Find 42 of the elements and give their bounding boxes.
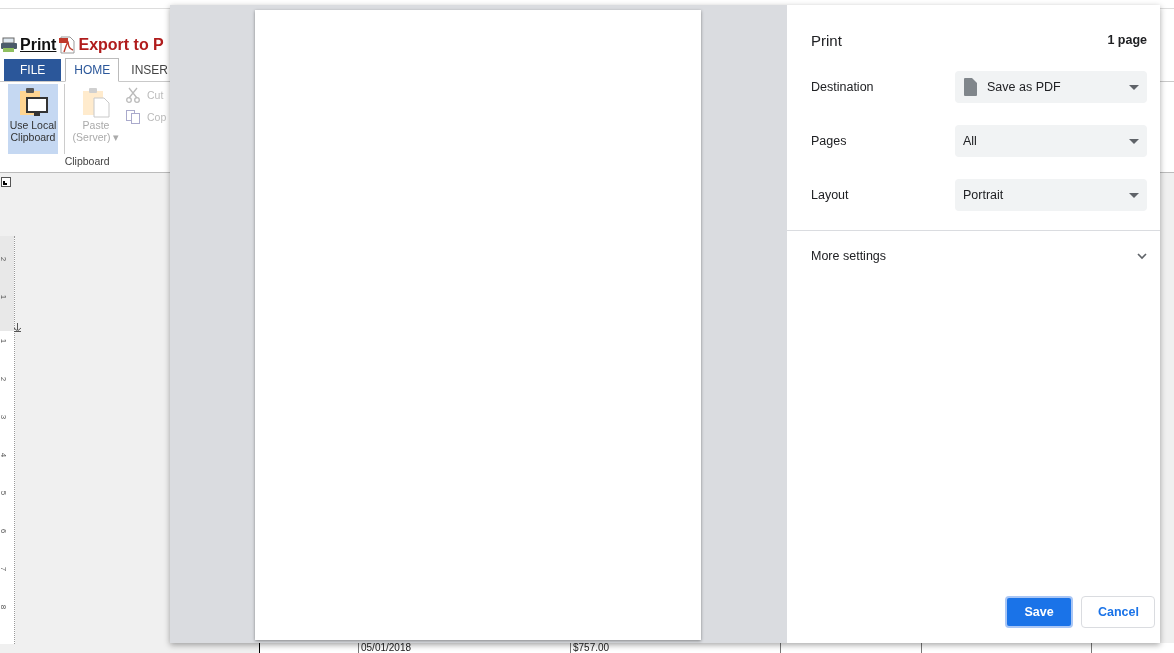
setting-dropdown[interactable]: Portrait — [955, 179, 1147, 211]
ruler-number: 1 — [0, 294, 8, 300]
ruler-number: 8 — [0, 604, 8, 610]
print-link[interactable]: Print — [0, 36, 57, 54]
scissors-icon — [125, 87, 141, 103]
table-cell: $757.00 — [573, 643, 610, 653]
clipboard-monitor-icon — [17, 87, 49, 119]
setting-label: Destination — [811, 80, 875, 94]
ruler-number: 5 — [0, 490, 8, 496]
pdf-icon — [58, 36, 77, 54]
page-count: 1 page — [1107, 33, 1147, 47]
table-cell: 05/01/2018 — [361, 643, 412, 653]
ruler-number: 3 — [0, 414, 8, 420]
indent-marker-icon[interactable] — [14, 323, 21, 332]
dialog-title: Print — [811, 31, 842, 49]
destination-dropdown[interactable]: Save as PDF — [955, 71, 1147, 103]
chevron-icon — [1137, 252, 1147, 260]
ruler-number: 1 — [0, 338, 8, 344]
tab-stop-icon[interactable] — [1, 177, 11, 187]
caret-icon — [1129, 84, 1139, 90]
clipboard-document-icon — [80, 87, 112, 119]
caret-icon — [1129, 192, 1139, 198]
save-button[interactable]: Save — [1005, 596, 1073, 628]
group-label: Clipboard — [63, 154, 111, 167]
printer-icon — [0, 37, 18, 53]
file-tab[interactable]: FILE — [4, 59, 62, 81]
clipboard-button[interactable]: Use Local Clipboard — [8, 84, 58, 154]
ruler-number: 4 — [0, 452, 8, 458]
setting-label: Layout — [811, 188, 850, 202]
more-settings-row[interactable]: More settings — [787, 231, 1160, 281]
ruler-number: 6 — [0, 528, 8, 534]
setting-label: Pages — [811, 134, 848, 148]
document-icon — [963, 78, 977, 96]
caret-icon — [1129, 138, 1139, 144]
cancel-button[interactable]: Cancel — [1081, 596, 1155, 628]
export-pdf-link[interactable]: Export to P — [58, 36, 164, 54]
setting-dropdown[interactable]: All — [955, 125, 1147, 157]
ruler-number: 2 — [0, 256, 8, 262]
ruler-number: 2 — [0, 376, 8, 382]
copy-icon — [125, 109, 141, 125]
ribbon-tab[interactable]: HOME — [65, 58, 120, 82]
ruler-number: 7 — [0, 566, 8, 572]
